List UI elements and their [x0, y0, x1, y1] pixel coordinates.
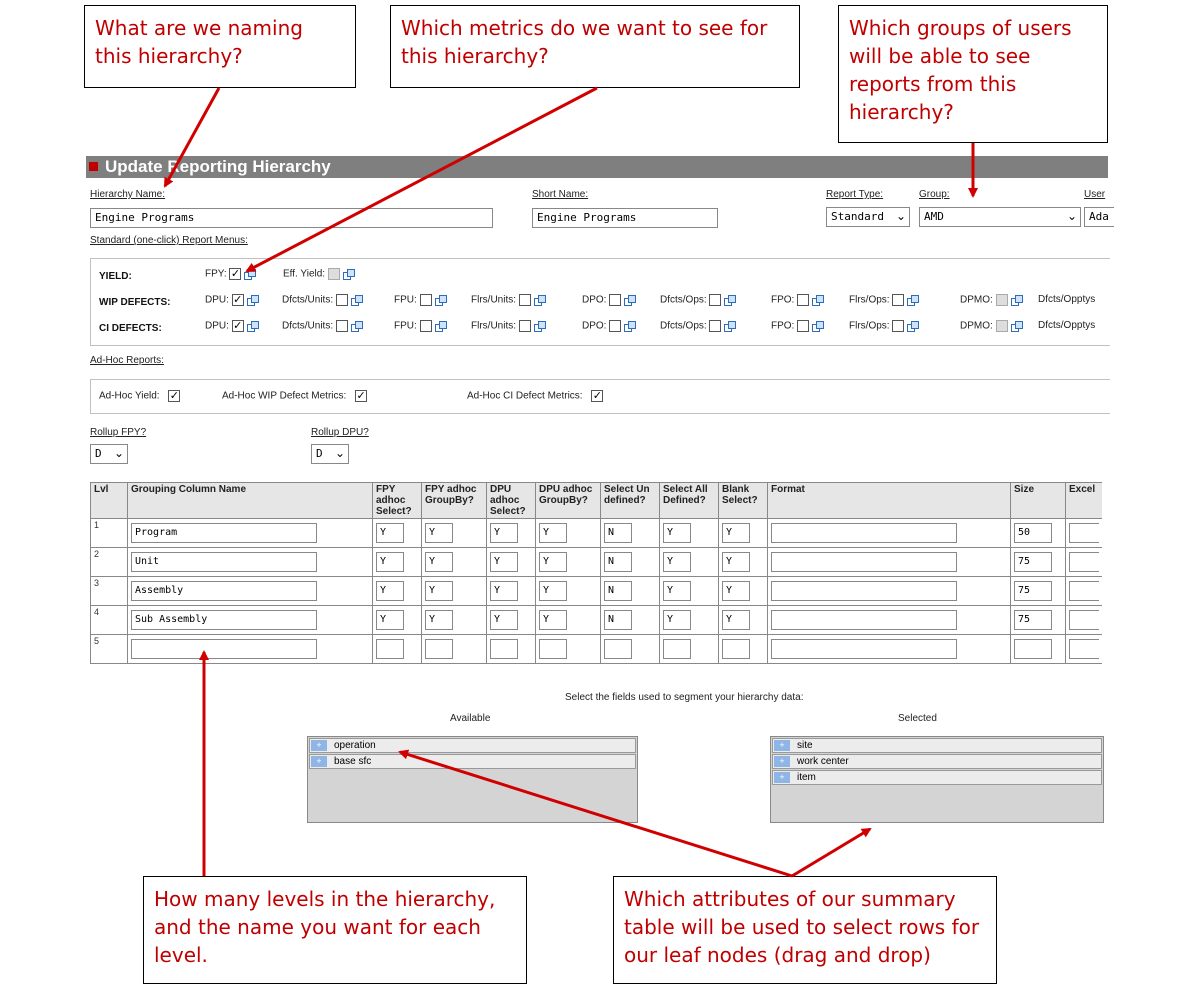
arrow-attributes-selected	[791, 827, 872, 878]
annotation-arrows	[163, 86, 978, 878]
arrow-attributes-available	[398, 749, 793, 878]
arrow-naming	[163, 87, 221, 188]
arrow-metrics	[245, 86, 598, 273]
